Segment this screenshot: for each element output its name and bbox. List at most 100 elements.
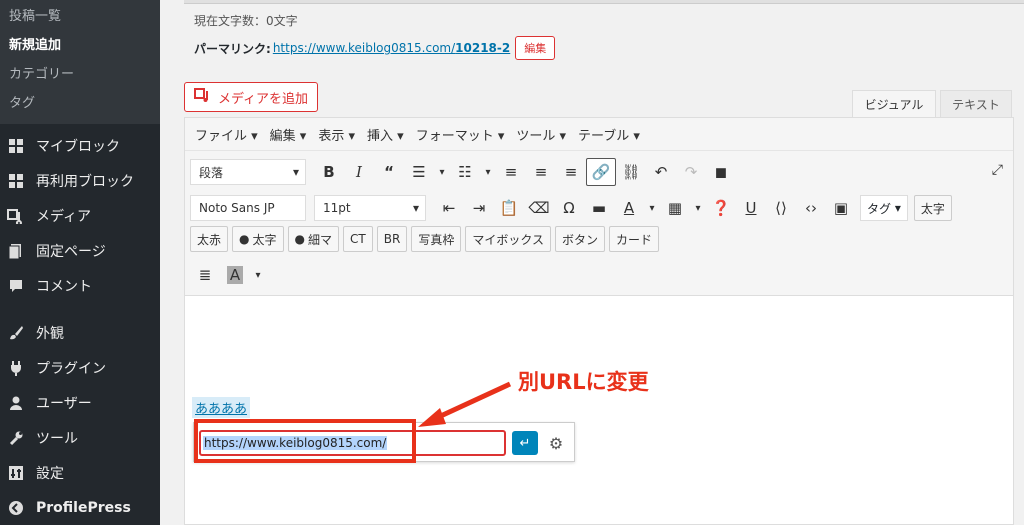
quicktag-photo-frame[interactable]: 写真枠: [411, 226, 462, 252]
plugin-icon: [6, 358, 26, 378]
font-family-select[interactable]: Noto Sans JP: [190, 195, 306, 221]
toolbar-row-2: Noto Sans JP 11pt ▾ ⇤ ⇥ 📋 ⌫ Ω ▬ A ▾ ▦ ▾ ❓…: [190, 194, 956, 222]
bullet-list-icon[interactable]: ☰: [404, 158, 434, 186]
code-icon[interactable]: ⟨⟩: [766, 194, 796, 222]
sidebar-item-users[interactable]: ユーザー: [0, 385, 160, 420]
sidebar-item-label: コメント: [36, 278, 92, 295]
wrench-icon: [6, 428, 26, 448]
submenu-add-new[interactable]: 新規追加: [0, 31, 160, 60]
format-select[interactable]: 段落 ▾: [190, 159, 306, 185]
sidebar-item-label: メディア: [36, 208, 92, 225]
eraser-icon[interactable]: ⌫: [524, 194, 554, 222]
menu-view[interactable]: 表示 ▾: [318, 125, 355, 144]
tab-text[interactable]: テキスト: [940, 90, 1012, 118]
align-center-icon[interactable]: ≡: [526, 158, 556, 186]
font-size-select[interactable]: 11pt ▾: [314, 195, 426, 221]
background-color-icon[interactable]: A: [220, 261, 250, 289]
help-icon[interactable]: ❓: [706, 194, 736, 222]
paste-icon[interactable]: 📋: [494, 194, 524, 222]
menu-table[interactable]: テーブル ▾: [578, 125, 640, 144]
sidebar-menu: マイブロック 再利用ブロック メディア 固定ページ コメント 外観 プラグイン: [0, 124, 160, 525]
quicktag-card[interactable]: カード: [608, 226, 659, 252]
sidebar-item-myblock[interactable]: マイブロック: [0, 128, 160, 163]
underline-icon[interactable]: U: [736, 194, 766, 222]
submenu-posts-list[interactable]: 投稿一覧: [0, 2, 160, 31]
numbered-list-dropdown[interactable]: ▾: [480, 158, 496, 186]
text-color-icon[interactable]: A: [614, 194, 644, 222]
bold-tag-button[interactable]: 太字: [913, 195, 952, 221]
outdent-icon[interactable]: ⇥: [464, 194, 494, 222]
code-inline-icon[interactable]: ‹›: [796, 194, 826, 222]
permalink-label: パーマリンク:: [194, 41, 271, 56]
sidebar-item-appearance[interactable]: 外観: [0, 315, 160, 350]
annotation-label: 別URLに変更: [518, 370, 649, 394]
linked-text[interactable]: ああああ: [192, 397, 251, 418]
indent-icon[interactable]: ⇤: [434, 194, 464, 222]
settings-icon: [6, 463, 26, 483]
unlink-icon[interactable]: ⛓: [616, 158, 646, 186]
sidebar-item-plugins[interactable]: プラグイン: [0, 350, 160, 385]
italic-button[interactable]: I: [344, 158, 374, 186]
annotation-arrow-icon: [418, 381, 512, 427]
image-icon[interactable]: ▣: [826, 194, 856, 222]
bold-button[interactable]: B: [314, 158, 344, 186]
menu-edit[interactable]: 編集 ▾: [270, 125, 307, 144]
align-right-icon[interactable]: ≡: [556, 158, 586, 186]
gear-icon[interactable]: ⚙: [544, 431, 568, 455]
blockquote-button[interactable]: “: [374, 158, 404, 186]
add-media-button[interactable]: メディアを追加: [184, 82, 318, 112]
background-color-dropdown[interactable]: ▾: [250, 261, 266, 289]
quicktag-br[interactable]: BR: [376, 226, 408, 252]
user-icon: [6, 393, 26, 413]
user-circle-icon: ●: [239, 232, 250, 246]
text-color-dropdown[interactable]: ▾: [644, 194, 660, 222]
quicktag-thin-marker[interactable]: ● 細マ: [287, 226, 340, 252]
sidebar-item-reusable-block[interactable]: 再利用ブロック: [0, 163, 160, 198]
sidebar-item-label: 再利用ブロック: [36, 173, 134, 190]
title-box-edge: [184, 0, 1024, 4]
permalink-link[interactable]: https://www.keiblog0815.com/10218-2: [273, 41, 510, 55]
undo-icon[interactable]: ↶: [646, 158, 676, 186]
menu-file[interactable]: ファイル ▾: [195, 125, 258, 144]
sidebar-item-profilepress[interactable]: ProfilePress: [0, 490, 160, 525]
sidebar-item-settings[interactable]: 設定: [0, 455, 160, 490]
sidebar-item-media[interactable]: メディア: [0, 198, 160, 233]
table-dropdown[interactable]: ▾: [690, 194, 706, 222]
omega-icon[interactable]: Ω: [554, 194, 584, 222]
fullscreen-icon[interactable]: ⤢: [992, 162, 1003, 178]
incognito-icon[interactable]: ◼: [706, 158, 736, 186]
annotation-highlight-box: [194, 419, 416, 463]
permalink-edit-button[interactable]: 編集: [515, 36, 556, 60]
main-content: 現在文字数：0文字 パーマリンク: https://www.keiblog081…: [160, 0, 1024, 525]
sidebar-item-tools[interactable]: ツール: [0, 420, 160, 455]
quicktag-bold-red[interactable]: 太赤: [190, 226, 229, 252]
user-circle-icon: ●: [294, 232, 305, 246]
quicktag-ct[interactable]: CT: [343, 226, 373, 252]
quicktag-button[interactable]: ボタン: [554, 226, 605, 252]
tab-visual[interactable]: ビジュアル: [852, 90, 936, 118]
media-icon: [193, 87, 212, 107]
menu-tools[interactable]: ツール ▾: [516, 125, 566, 144]
align-left-icon[interactable]: ≡: [496, 158, 526, 186]
sidebar-item-label: ProfilePress: [36, 499, 131, 516]
justify-icon[interactable]: ≣: [190, 261, 220, 289]
sidebar-item-comments[interactable]: コメント: [0, 268, 160, 303]
redo-icon[interactable]: ↷: [676, 158, 706, 186]
hr-icon[interactable]: ▬: [584, 194, 614, 222]
sidebar-item-pages[interactable]: 固定ページ: [0, 233, 160, 268]
apply-link-button[interactable]: ↵: [512, 431, 538, 455]
menu-format[interactable]: フォーマット ▾: [416, 125, 505, 144]
quicktag-bold[interactable]: ● 太字: [232, 226, 284, 252]
numbered-list-icon[interactable]: ☷: [450, 158, 480, 186]
sidebar-item-label: ユーザー: [36, 395, 92, 412]
link-icon[interactable]: 🔗: [586, 158, 616, 186]
bullet-list-dropdown[interactable]: ▾: [434, 158, 450, 186]
quicktag-mybox[interactable]: マイボックス: [465, 226, 551, 252]
table-icon[interactable]: ▦: [660, 194, 690, 222]
menu-insert[interactable]: 挿入 ▾: [367, 125, 404, 144]
submenu-categories[interactable]: カテゴリー: [0, 60, 160, 89]
submenu-tags[interactable]: タグ: [0, 89, 160, 118]
tag-select[interactable]: タグ ▾: [860, 195, 908, 221]
toolbar-row-4: ≣ A ▾: [190, 261, 266, 289]
word-count: 現在文字数：0文字: [194, 14, 298, 28]
